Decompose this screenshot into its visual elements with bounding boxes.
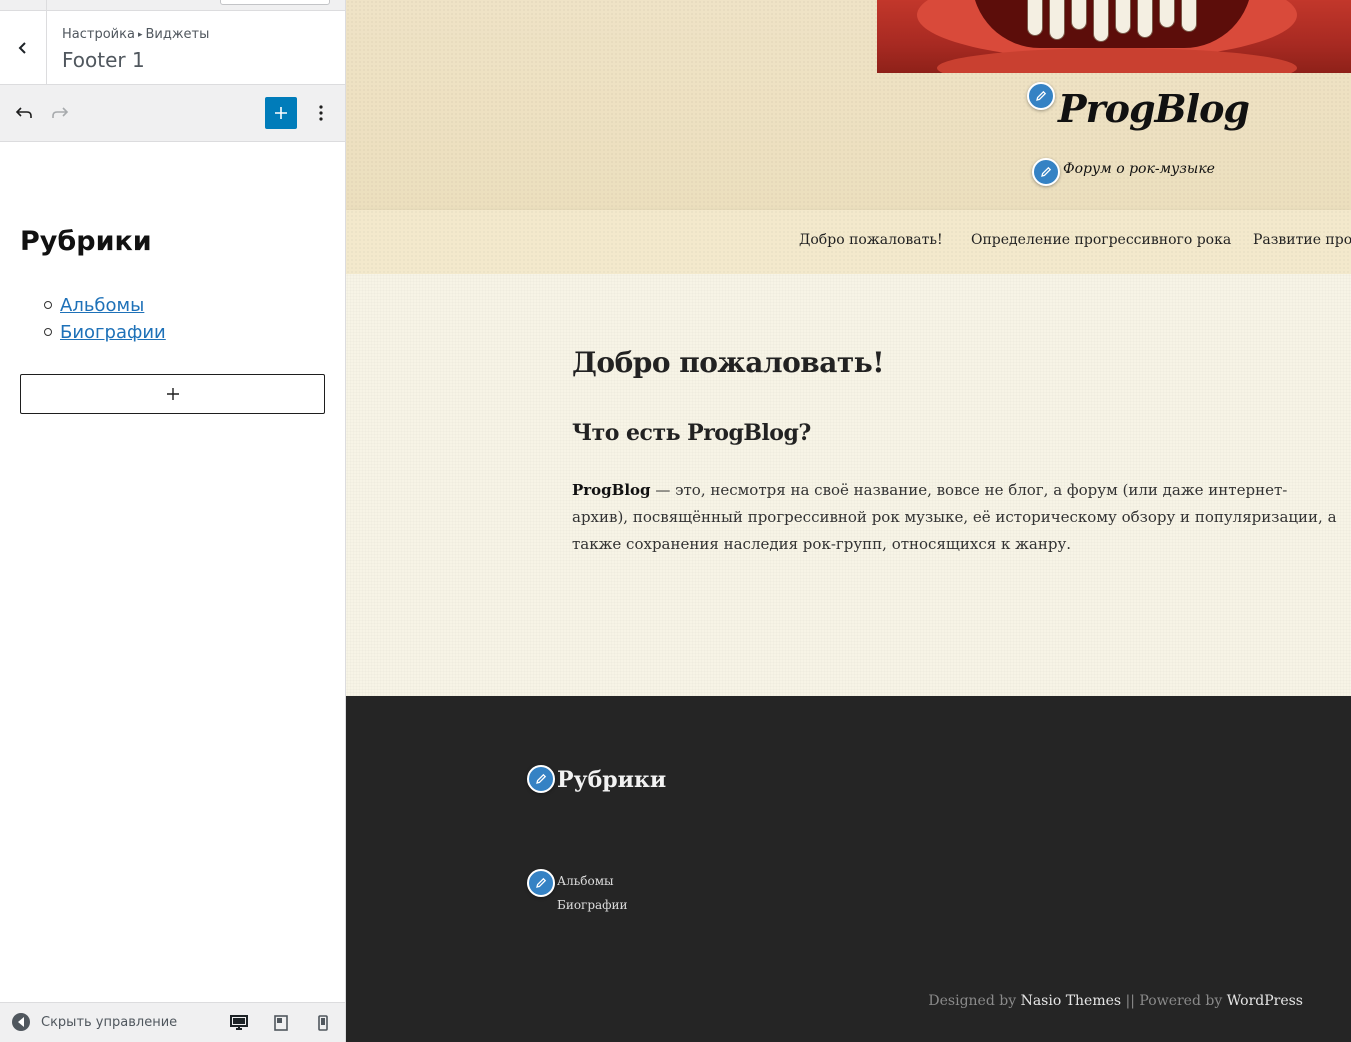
widget-heading[interactable]: Рубрики	[20, 226, 152, 257]
editor-toolbar	[0, 85, 345, 142]
site-title[interactable]: ProgBlog	[1058, 86, 1250, 131]
site-header: ProgBlog Форум о рок-музыке	[346, 0, 1351, 210]
desktop-icon	[230, 1015, 248, 1030]
list-item: Альбомы	[44, 292, 166, 319]
tablet-icon	[274, 1015, 288, 1031]
section-title: Footer 1	[62, 48, 145, 72]
publish-button-stub[interactable]	[220, 0, 330, 5]
site-footer: Рубрики Альбомы Биографии Designed by Na…	[346, 696, 1351, 1042]
main-navigation: Добро пожаловать! Определение прогрессив…	[346, 210, 1351, 274]
customizer-sidebar: Настройка ▸ Виджеты Footer 1 Рубрики Альбо…	[0, 0, 346, 1042]
sidebar-footer: Скрыть управление	[0, 1002, 345, 1042]
collapse-icon	[12, 1013, 30, 1031]
list-item[interactable]: Биографии	[557, 893, 628, 917]
more-vertical-icon	[319, 105, 323, 121]
platform-link[interactable]: WordPress	[1227, 993, 1303, 1009]
edit-widget-list-button[interactable]	[527, 869, 555, 897]
edit-site-title-button[interactable]	[1027, 82, 1055, 110]
redo-icon	[52, 107, 69, 118]
divider	[46, 0, 47, 11]
add-block-button[interactable]	[265, 97, 297, 129]
category-link[interactable]: Биографии	[60, 322, 166, 343]
options-button[interactable]	[309, 101, 333, 125]
bullet-icon	[44, 301, 52, 309]
site-preview: ProgBlog Форум о рок-музыке Добро пожало…	[346, 0, 1351, 1042]
pencil-icon	[536, 877, 547, 888]
back-button[interactable]	[0, 11, 47, 84]
undo-button[interactable]	[12, 101, 36, 125]
credits-separator: || Powered by	[1121, 993, 1227, 1009]
page-content: Добро пожаловать! Что есть ProgBlog? Pro…	[346, 274, 1351, 696]
plus-icon	[166, 388, 179, 400]
footer-credits: Designed by Nasio Themes || Powered by W…	[928, 993, 1303, 1009]
post-body-bold: ProgBlog	[572, 481, 651, 499]
plus-icon	[275, 107, 287, 119]
post-subheading: Что есть ProgBlog?	[572, 420, 811, 446]
collapse-sidebar-button[interactable]: Скрыть управление	[12, 1013, 177, 1031]
breadcrumb-current: Виджеты	[145, 27, 210, 42]
list-item: Биографии	[44, 319, 166, 346]
list-item[interactable]: Альбомы	[557, 869, 628, 893]
breadcrumb-parent: Настройка	[62, 27, 135, 42]
credits-designed-by: Designed by	[928, 993, 1021, 1009]
breadcrumb-separator: ▸	[137, 30, 143, 40]
preview-desktop-button[interactable]	[228, 1012, 250, 1034]
breadcrumb: Настройка ▸ Виджеты	[62, 27, 209, 42]
post-body: ProgBlog — это, несмотря на своё названи…	[572, 477, 1342, 558]
footer-widget-heading: Рубрики	[557, 767, 667, 793]
header-image	[877, 0, 1351, 73]
designer-link[interactable]: Nasio Themes	[1021, 993, 1122, 1009]
chevron-left-icon	[18, 41, 26, 54]
collapse-label: Скрыть управление	[41, 1014, 178, 1030]
post-body-text: — это, несмотря на своё название, вовсе …	[572, 481, 1337, 553]
pencil-icon	[1041, 166, 1052, 177]
pencil-icon	[1036, 90, 1047, 101]
nav-item-development[interactable]: Развитие прог	[1253, 232, 1351, 248]
site-tagline: Форум о рок-музыке	[1063, 161, 1215, 177]
edit-widget-heading-button[interactable]	[527, 765, 555, 793]
redo-button[interactable]	[48, 101, 72, 125]
nav-item-welcome[interactable]: Добро пожаловать!	[799, 232, 943, 248]
mobile-icon	[318, 1015, 328, 1031]
edit-tagline-button[interactable]	[1032, 158, 1060, 186]
bullet-icon	[44, 328, 52, 336]
top-strip	[0, 0, 345, 11]
section-header: Настройка ▸ Виджеты Footer 1	[0, 11, 345, 85]
nav-item-definition[interactable]: Определение прогрессивного рока	[971, 232, 1231, 248]
category-list: Альбомы Биографии	[44, 292, 166, 346]
undo-icon	[15, 107, 32, 118]
append-block-button[interactable]	[20, 374, 325, 414]
preview-mobile-button[interactable]	[312, 1012, 334, 1034]
category-link[interactable]: Альбомы	[60, 295, 144, 316]
footer-category-list: Альбомы Биографии	[557, 869, 628, 917]
pencil-icon	[536, 773, 547, 784]
preview-tablet-button[interactable]	[270, 1012, 292, 1034]
post-title: Добро пожаловать!	[572, 346, 885, 379]
